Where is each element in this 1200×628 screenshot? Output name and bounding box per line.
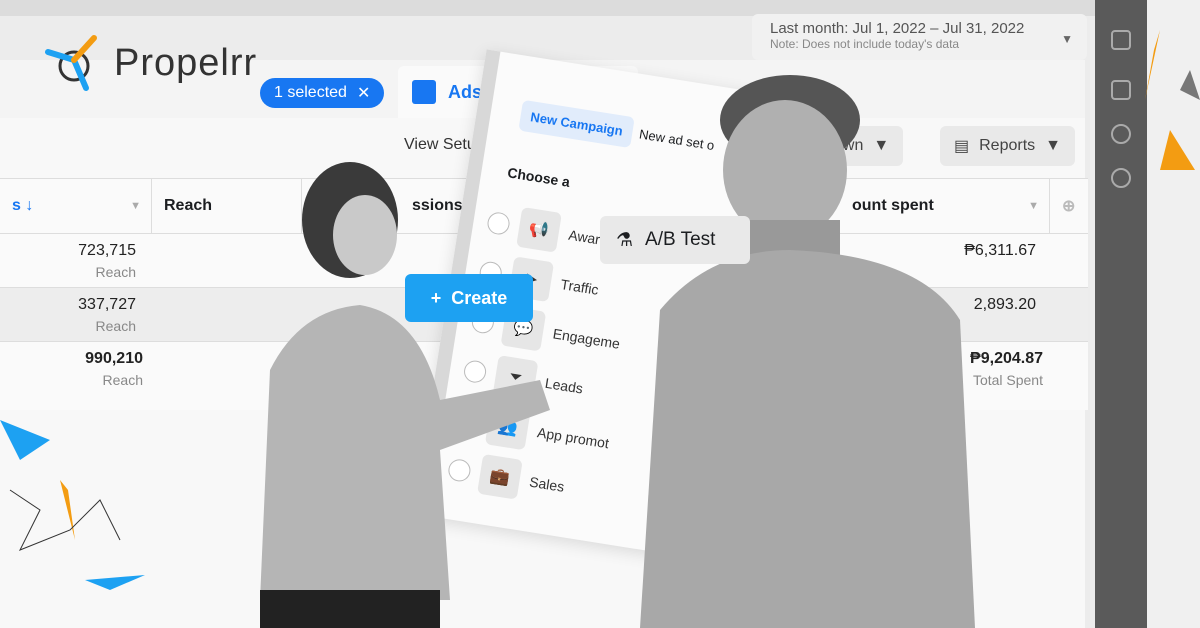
man-photo: [640, 75, 975, 628]
create-button[interactable]: + Create: [405, 274, 533, 322]
add-column-icon[interactable]: ⊕: [1050, 179, 1088, 233]
chart-icon[interactable]: [1111, 30, 1131, 50]
ab-test-label: A/B Test: [645, 229, 716, 250]
propeller-icon: [45, 35, 97, 91]
ads-icon: [412, 80, 436, 104]
create-label: Create: [451, 287, 508, 308]
pencil-icon[interactable]: [1111, 80, 1131, 100]
ab-test-button[interactable]: ⚗ A/B Test: [600, 216, 750, 264]
decorative-network-right: [1145, 30, 1200, 170]
decorative-network-left: [0, 420, 145, 590]
column-header-results[interactable]: s ↓ ▼: [0, 179, 152, 233]
selected-pill[interactable]: 1 selected ✕: [260, 78, 385, 108]
plus-icon: +: [430, 287, 442, 308]
date-range-note: Note: Does not include today's data: [770, 37, 960, 51]
propelrr-logo: Propelrr: [44, 32, 257, 94]
brand-name: Propelrr: [114, 41, 258, 84]
chevron-down-icon: ▼: [1061, 32, 1073, 46]
flask-icon: ⚗: [616, 229, 634, 251]
search-icon[interactable]: [1111, 168, 1131, 188]
woman-photo: [260, 162, 550, 628]
clock-icon[interactable]: [1111, 124, 1131, 144]
close-icon[interactable]: ✕: [357, 83, 370, 103]
chevron-down-icon: ▼: [1045, 137, 1061, 154]
selected-label: 1 selected: [274, 84, 347, 101]
date-range-label: Last month: Jul 1, 2022 – Jul 31, 2022: [770, 20, 1025, 37]
